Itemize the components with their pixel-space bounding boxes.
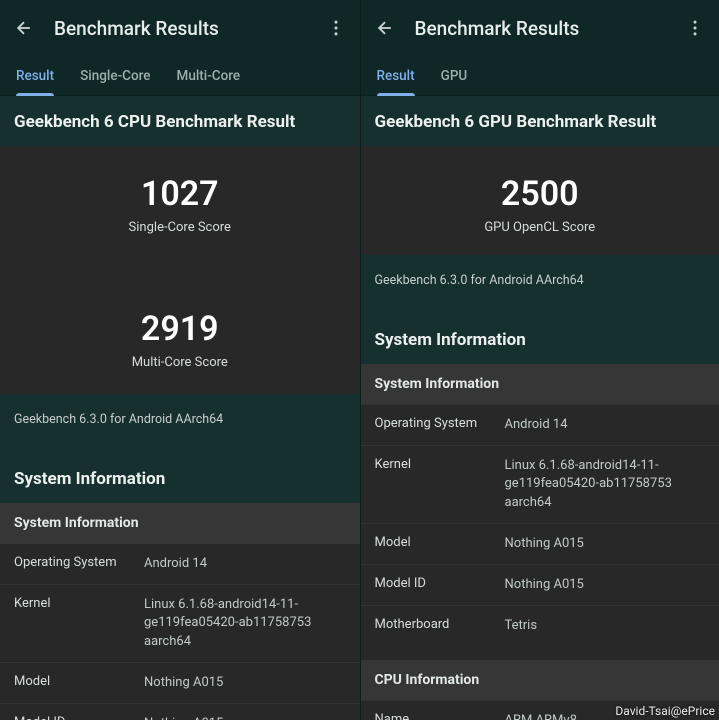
row-value: Linux 6.1.68-android14-11-ge119fea05420-… <box>144 596 346 651</box>
table-row: Model Nothing A015 <box>0 662 360 703</box>
version: Geekbench 6.3.0 for Android AArch64 <box>361 255 719 312</box>
row-label: Motherboard <box>375 617 505 635</box>
tab-single-core[interactable]: Single-Core <box>80 56 150 96</box>
score-label: GPU OpenCL Score <box>361 220 719 235</box>
row-label: Operating System <box>14 555 144 573</box>
tab-multi-core[interactable]: Multi-Core <box>177 56 241 96</box>
table-subheader: System Information <box>361 364 719 404</box>
table-row: Operating System Android 14 <box>361 404 719 445</box>
row-value: Nothing A015 <box>144 715 346 720</box>
score-label: Single-Core Score <box>0 220 360 235</box>
row-value: Nothing A015 <box>505 535 706 553</box>
row-value: Android 14 <box>144 555 346 573</box>
table-row: Kernel Linux 6.1.68-android14-11-ge119fe… <box>0 584 360 662</box>
score-value: 1027 <box>0 174 360 214</box>
table-subheader: System Information <box>0 503 360 543</box>
multi-core-score: 2919 Multi-Core Score <box>0 281 360 394</box>
single-core-score: 1027 Single-Core Score <box>0 146 360 255</box>
row-label: Model <box>14 674 144 692</box>
row-value: Nothing A015 <box>505 576 706 594</box>
row-value: Tetris <box>505 617 706 635</box>
watermark: David-Tsai@ePrice <box>615 704 715 718</box>
more-vert-icon[interactable] <box>324 16 348 40</box>
section-title: System Information <box>0 451 360 503</box>
gap <box>0 255 360 281</box>
system-info-table: System Information Operating System Andr… <box>0 503 360 720</box>
tab-result[interactable]: Result <box>16 56 54 96</box>
content: Geekbench 6 CPU Benchmark Result 1027 Si… <box>0 96 360 720</box>
row-label: Kernel <box>14 596 144 651</box>
score-label: Multi-Core Score <box>0 355 360 370</box>
row-label: Operating System <box>375 416 505 434</box>
table-row: Operating System Android 14 <box>0 543 360 584</box>
cpu-panel: Benchmark Results Result Single-Core Mul… <box>0 0 360 720</box>
back-icon[interactable] <box>12 16 36 40</box>
topbar-title: Benchmark Results <box>54 17 324 40</box>
topbar: Benchmark Results <box>361 0 719 56</box>
gpu-score: 2500 GPU OpenCL Score <box>361 146 719 255</box>
version: Geekbench 6.3.0 for Android AArch64 <box>0 394 360 451</box>
page-title: Geekbench 6 GPU Benchmark Result <box>361 96 719 146</box>
system-info-table: System Information Operating System Andr… <box>361 364 719 720</box>
back-icon[interactable] <box>373 16 397 40</box>
content: Geekbench 6 GPU Benchmark Result 2500 GP… <box>361 96 719 720</box>
topbar: Benchmark Results <box>0 0 360 56</box>
table-row: Model ID Nothing A015 <box>0 703 360 720</box>
row-label: Model ID <box>375 576 505 594</box>
table-row: Model ID Nothing A015 <box>361 564 719 605</box>
row-label: Kernel <box>375 457 505 512</box>
table-row: Model Nothing A015 <box>361 523 719 564</box>
tab-gpu[interactable]: GPU <box>441 56 468 96</box>
page-title: Geekbench 6 CPU Benchmark Result <box>0 96 360 146</box>
gpu-panel: Benchmark Results Result GPU Geekbench 6… <box>360 0 719 720</box>
more-vert-icon[interactable] <box>683 16 707 40</box>
tab-result[interactable]: Result <box>377 56 415 96</box>
row-label: Model ID <box>14 715 144 720</box>
row-label: Name <box>375 712 505 720</box>
tabs: Result Single-Core Multi-Core <box>0 56 360 96</box>
row-value: Linux 6.1.68-android14-11-ge119fea05420-… <box>505 457 706 512</box>
table-row: Motherboard Tetris <box>361 605 719 646</box>
topbar-title: Benchmark Results <box>415 17 684 40</box>
table-row: Kernel Linux 6.1.68-android14-11-ge119fe… <box>361 445 719 523</box>
section-title: System Information <box>361 312 719 364</box>
tabs: Result GPU <box>361 56 719 96</box>
row-label: Model <box>375 535 505 553</box>
score-value: 2919 <box>0 309 360 349</box>
table-subheader: CPU Information <box>361 660 719 700</box>
row-value: Android 14 <box>505 416 706 434</box>
row-value: Nothing A015 <box>144 674 346 692</box>
score-value: 2500 <box>361 174 719 214</box>
